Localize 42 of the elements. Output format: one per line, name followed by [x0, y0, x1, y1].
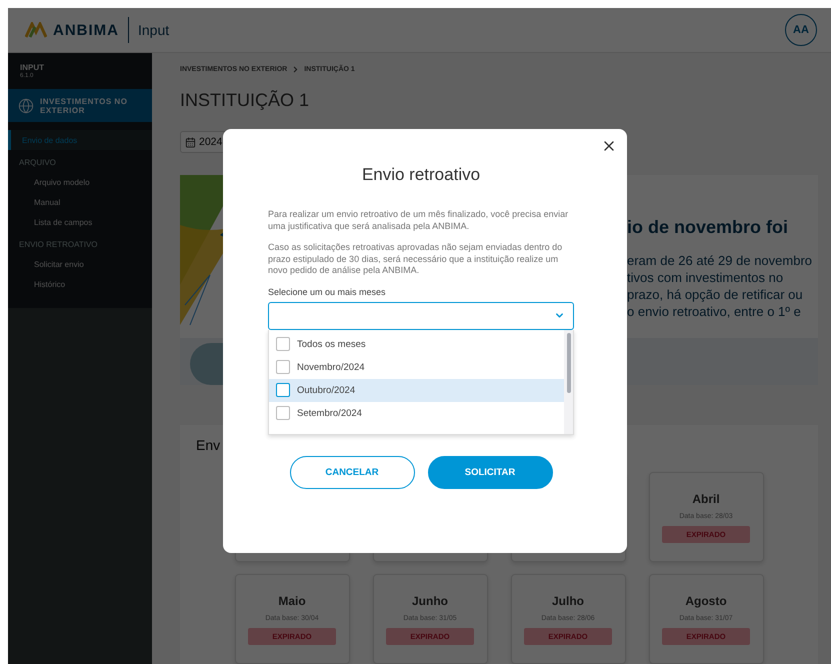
nav-link[interactable]: Manual: [8, 192, 152, 212]
month-name: Junho: [412, 594, 448, 608]
dropdown-option[interactable]: Outubro/2024: [269, 378, 564, 402]
modal-text: Para realizar um envio retroativo de um mês finalizado, você precisa enviar uma justificativa que será analisada pela ANBIMA.: [268, 209, 570, 232]
banner-text: eram de 26 até 29 de novembro tivos com investimentos no prazo, há opção de retificar ou o envio retroativo, entre o 1º e: [627, 252, 812, 320]
module-header[interactable]: INVESTIMENTOS NO EXTERIOR: [8, 89, 152, 122]
nav-link[interactable]: Lista de campos: [8, 212, 152, 232]
dropdown-option[interactable]: Novembro/2024: [269, 356, 564, 378]
checkbox[interactable]: [276, 406, 290, 420]
month-name: Julho: [552, 594, 584, 608]
product-name: Input: [138, 22, 170, 38]
user-avatar[interactable]: AA: [785, 14, 817, 46]
nav-link[interactable]: Arquivo modelo: [8, 172, 152, 192]
checkbox[interactable]: [276, 360, 290, 374]
modal-text: Caso as solicitações retroativas aprovadas não sejam enviadas dentro do prazo estipulado de 30 dias, será necessário que a instituição realize um novo pedido de análise pela ANBIMA.: [268, 242, 564, 276]
checkbox[interactable]: [276, 383, 290, 397]
modal-title: Envio retroativo: [360, 165, 482, 185]
month-name: Agosto: [685, 594, 727, 608]
cancel-button[interactable]: CANCELAR: [290, 456, 414, 488]
nav-link[interactable]: Solicitar envio: [8, 254, 152, 274]
nav-group-label: ENVIO RETROATIVO: [18, 238, 99, 250]
scrollbar-track[interactable]: [564, 330, 573, 434]
nav-group-label: ARQUIVO: [18, 156, 57, 168]
month-name: Maio: [278, 594, 306, 608]
dropdown-option[interactable]: Todos os meses: [269, 332, 564, 356]
month-select[interactable]: [268, 302, 574, 330]
logo-icon: [25, 22, 47, 38]
dropdown-option[interactable]: Setembro/2024: [269, 402, 564, 424]
calendar-icon: [185, 136, 196, 148]
globe-icon: [18, 98, 34, 114]
field-label: Selecione um ou mais meses: [268, 286, 387, 296]
submit-button[interactable]: SOLICITAR: [428, 456, 552, 488]
app-name: INPUT: [19, 62, 45, 72]
section-title: Env: [196, 437, 220, 453]
checkbox[interactable]: [276, 337, 290, 351]
scrollbar-thumb[interactable]: [566, 332, 570, 392]
nav-link[interactable]: Envio de dados: [8, 130, 152, 150]
page-title: INSTITUIÇÃO 1: [180, 90, 310, 111]
month-name: Abril: [692, 492, 720, 506]
nav-link[interactable]: Histórico: [8, 274, 152, 294]
banner-title: io de novembro foi: [627, 217, 790, 238]
brand-name: ANBIMA: [53, 22, 119, 38]
